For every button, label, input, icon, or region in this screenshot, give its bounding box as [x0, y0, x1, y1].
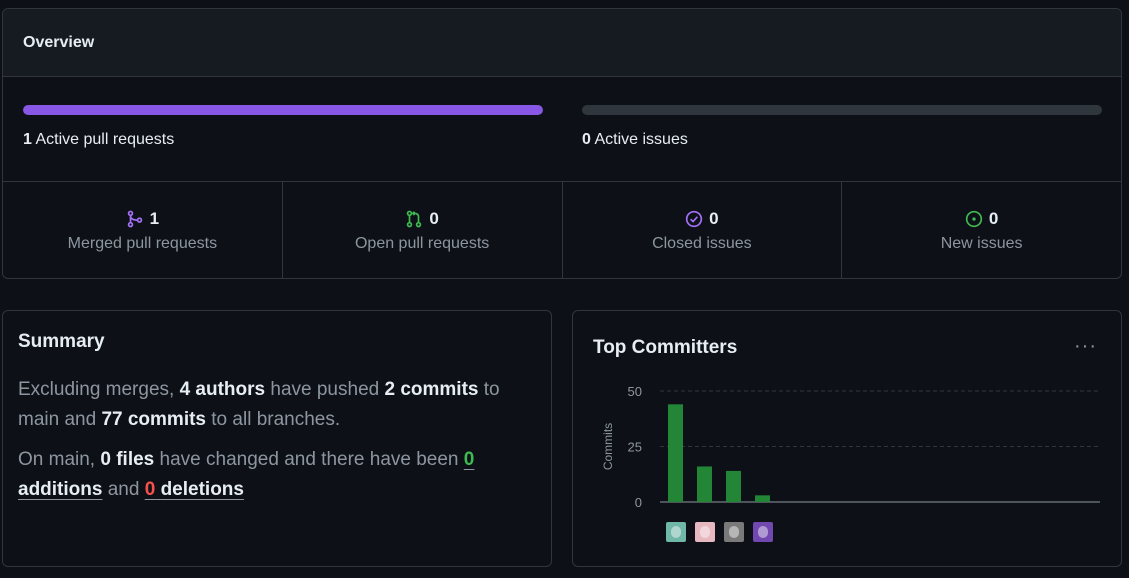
top-committers-panel: 0 25 50 Commits Top Committers ··· [572, 310, 1122, 567]
committer-avatar[interactable] [724, 522, 744, 542]
deletions-label: deletions [160, 479, 244, 500]
active-issues-text: Active issues [594, 131, 688, 148]
additions-label: additions [18, 479, 103, 500]
overview-title: Overview [23, 33, 95, 51]
summary-text: to all branches. [206, 409, 341, 430]
pull-request-icon [407, 210, 422, 227]
summary-commits-text: Excluding merges, 4 authors have pushed … [18, 375, 536, 435]
closed-issues-value: 0 [709, 208, 719, 228]
additions-count: 0 [463, 449, 475, 470]
new-issues-value: 0 [988, 208, 999, 228]
open-pull-requests-label: Open pull requests [354, 234, 490, 252]
bar [668, 404, 683, 502]
active-pull-requests-label[interactable]: 1 Active pull requests [23, 131, 174, 149]
activity-bars: 1 Active pull requests 0 Active issues [3, 77, 1121, 182]
stat-merged-pull-requests[interactable]: 1 Merged pull requests [3, 182, 283, 278]
overview-header: Overview [3, 9, 1121, 77]
pull-requests-progress[interactable] [23, 105, 543, 115]
issues-progress[interactable] [582, 105, 1102, 115]
active-pull-requests-count: 1 [23, 131, 32, 148]
summary-changes-text: On main, 0 files have changed and there … [18, 445, 536, 505]
summary-text: have pushed [265, 379, 385, 400]
all-commits-count: 77 commits [101, 409, 206, 430]
stat-new-issues[interactable]: 0 New issues [842, 182, 1121, 278]
summary-title: Summary [18, 331, 105, 352]
open-pull-requests-value: 0 [429, 208, 439, 228]
overview-panel: Overview 1 Active pull requests 0 Active… [2, 8, 1122, 279]
overview-stats: 1 Merged pull requests 0 Open pull reque… [3, 182, 1121, 278]
deletions-link[interactable]: 0 deletions [145, 479, 244, 500]
bar [755, 495, 770, 502]
closed-issues-label: Closed issues [652, 234, 752, 252]
merge-icon [127, 210, 142, 227]
summary-text: have changed and there have been [154, 449, 464, 470]
authors-count: 4 authors [179, 379, 266, 400]
y-tick-label: 0 [635, 495, 642, 510]
new-issues-label: New issues [940, 234, 1023, 252]
y-axis-label: Commits [601, 423, 615, 470]
y-tick-label: 25 [628, 440, 642, 455]
files-count: 0 files [100, 449, 155, 470]
committer-avatar[interactable] [695, 522, 715, 542]
stat-open-pull-requests[interactable]: 0 Open pull requests [283, 182, 563, 278]
top-committers-title: Top Committers [593, 337, 738, 358]
summary-text: and [102, 479, 145, 500]
bar [726, 470, 741, 502]
merged-pull-requests-label: Merged pull requests [67, 234, 218, 252]
summary-text: On main, [18, 449, 101, 470]
main-commits-count: 2 commits [384, 379, 479, 400]
active-issues-count: 0 [582, 131, 591, 148]
committer-avatar[interactable] [666, 522, 686, 542]
active-issues-label[interactable]: 0 Active issues [582, 131, 688, 149]
summary-text: Excluding merges, [18, 379, 180, 400]
more-options-icon[interactable]: ··· [1074, 335, 1097, 358]
merged-pull-requests-value: 1 [149, 208, 160, 228]
summary-panel: Summary Excluding merges, 4 authors have… [2, 310, 552, 567]
bar [697, 466, 712, 502]
y-tick-label: 50 [628, 384, 642, 399]
deletions-count: 0 [144, 479, 156, 500]
committer-avatar[interactable] [753, 522, 773, 542]
issue-closed-icon [685, 210, 703, 227]
issue-opened-icon [965, 210, 983, 227]
pull-requests-progress-fill [23, 105, 543, 115]
active-pull-requests-text: Active pull requests [35, 131, 175, 148]
stat-closed-issues[interactable]: 0 Closed issues [563, 182, 843, 278]
